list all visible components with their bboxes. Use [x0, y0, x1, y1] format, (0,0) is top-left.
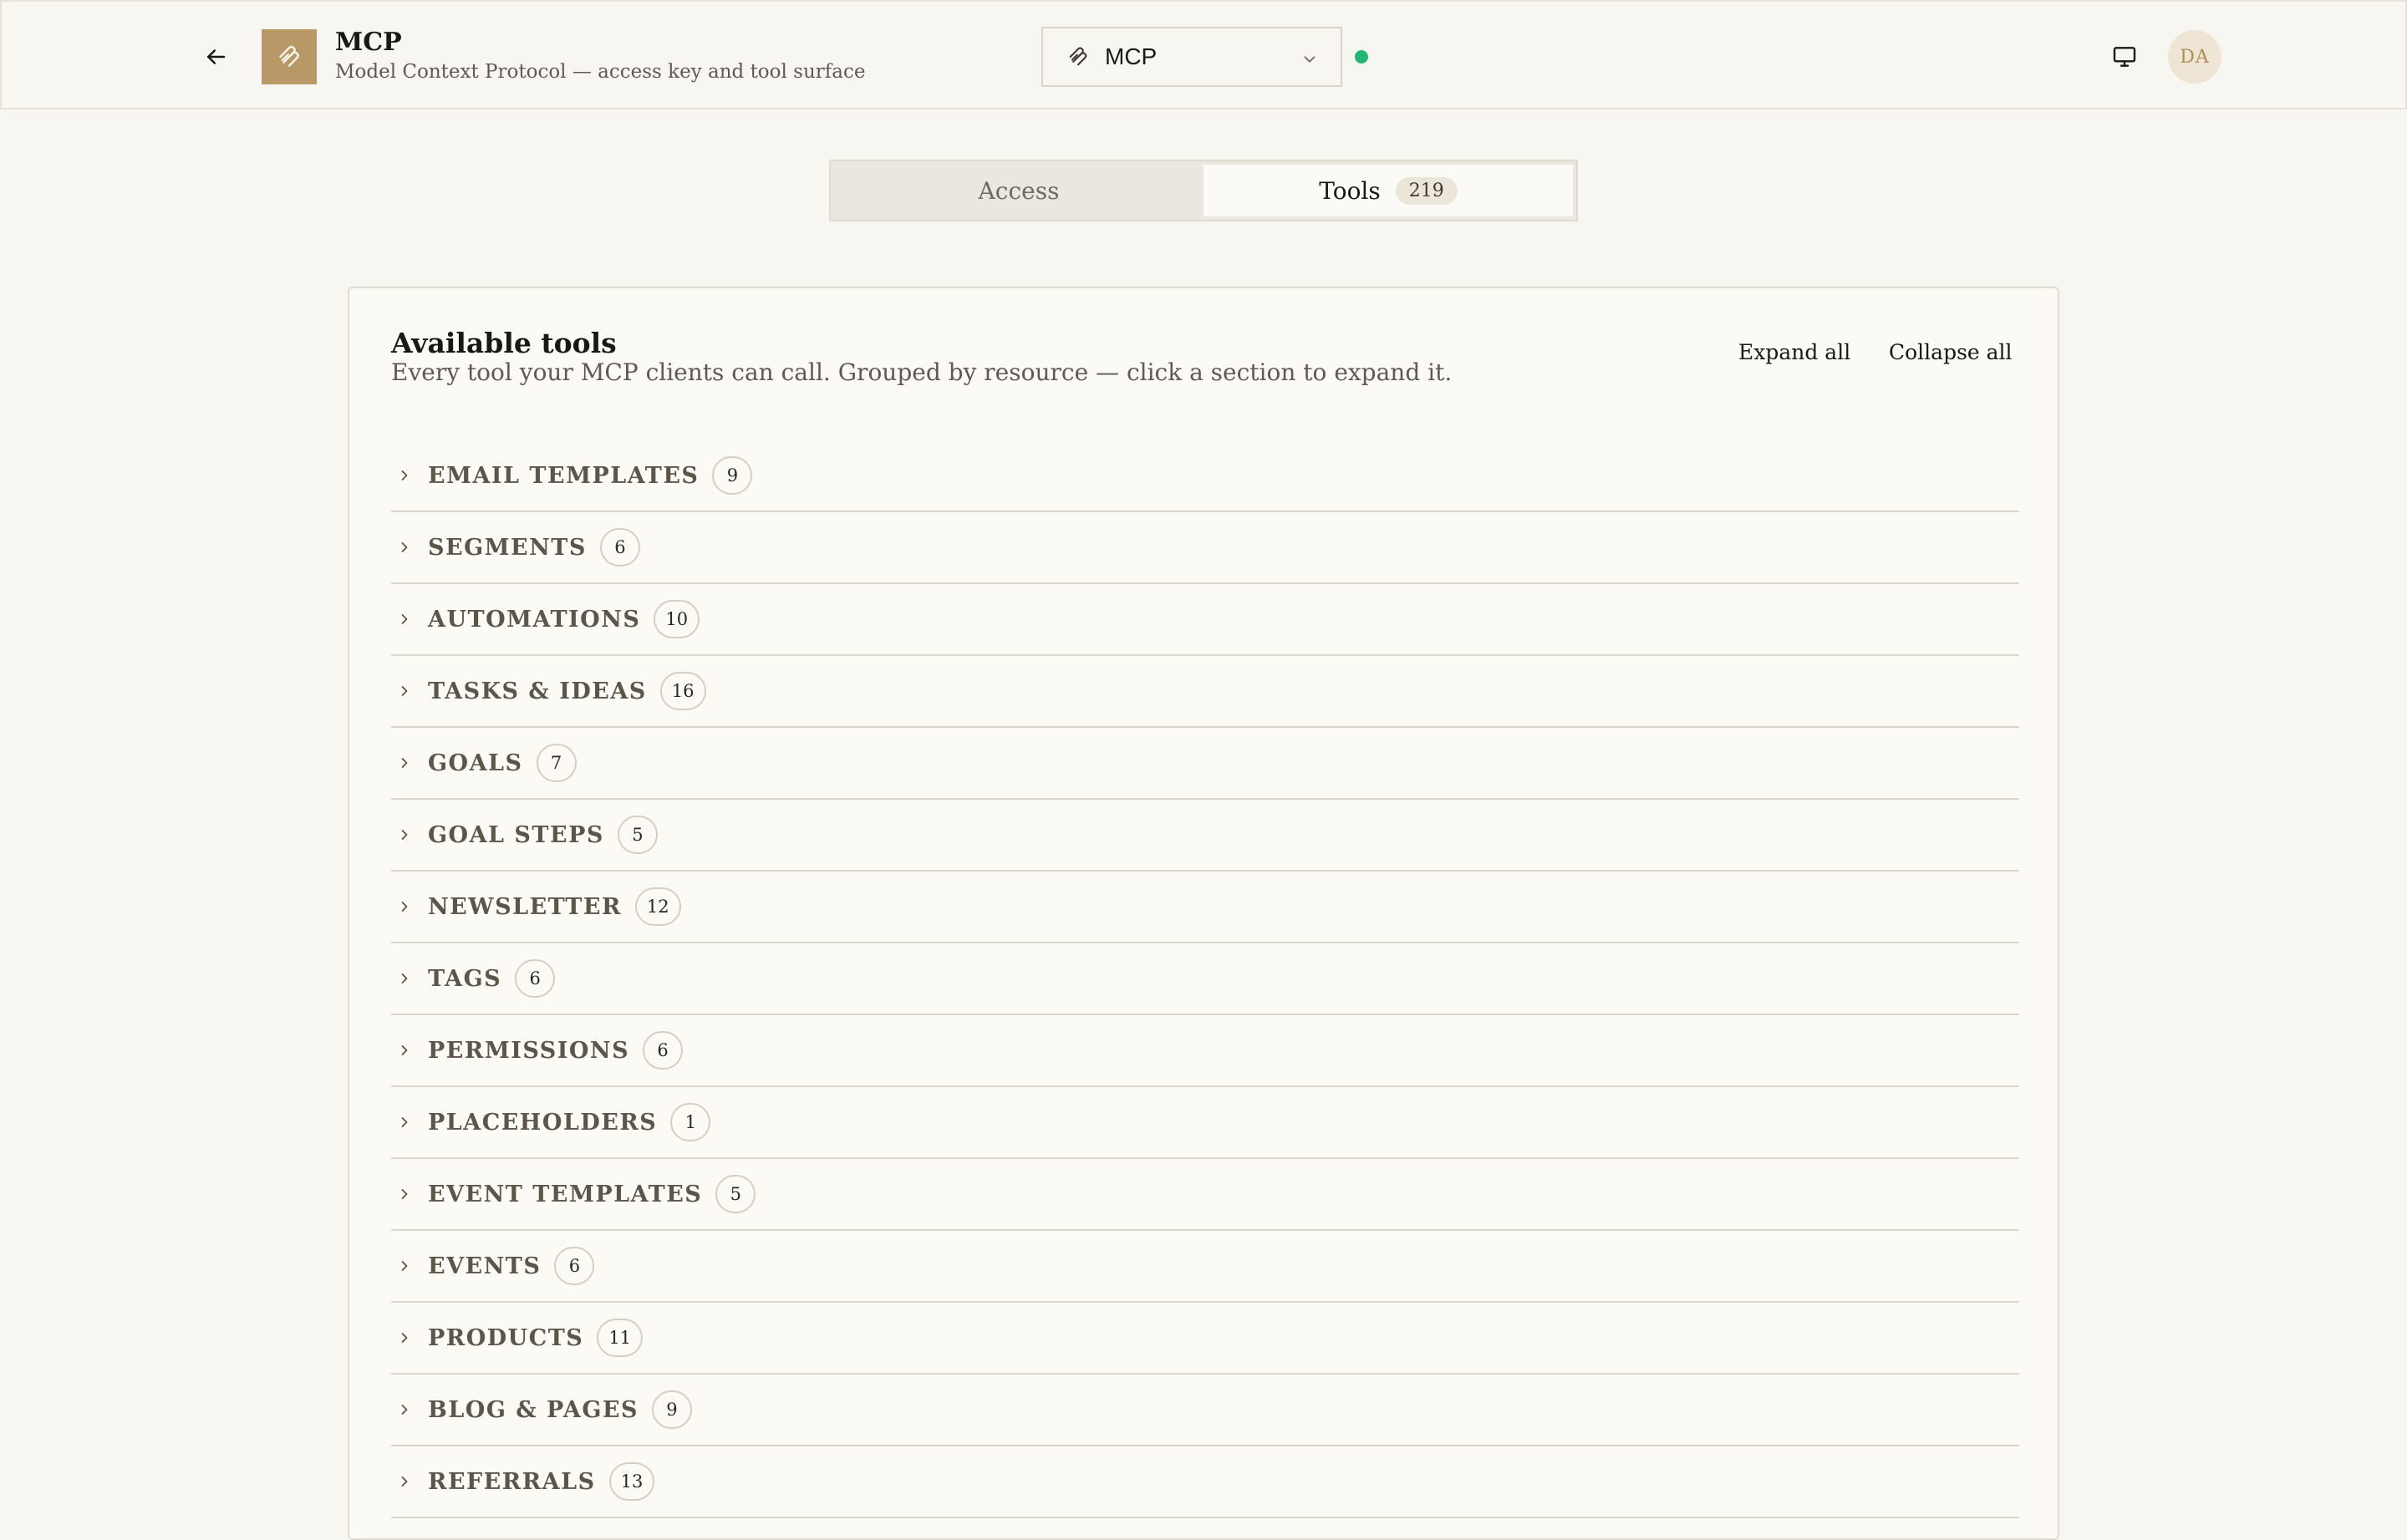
arrow-left-icon [207, 49, 226, 64]
chevron-right-icon [391, 611, 428, 628]
tool-group-count: 7 [536, 744, 577, 782]
title-block: MCP Model Context Protocol — access key … [335, 27, 866, 85]
tool-group-name: SEGMENTS [428, 534, 587, 561]
tool-group-count: 6 [515, 959, 556, 998]
tool-group-count: 6 [554, 1247, 595, 1285]
tool-group-count: 13 [608, 1462, 655, 1501]
tool-group-name: PLACEHOLDERS [428, 1109, 658, 1136]
chevron-right-icon [391, 1329, 428, 1346]
tool-group-row[interactable]: AUTOMATIONS 10 [391, 584, 2019, 656]
chevron-right-icon [391, 970, 428, 987]
tab-bar: Access Tools 219 [829, 160, 1578, 221]
collapse-all-button[interactable]: Collapse all [1889, 340, 2013, 364]
tool-group-row[interactable]: PLACEHOLDERS 1 [391, 1087, 2019, 1159]
tool-group-name: AUTOMATIONS [428, 606, 641, 633]
chevron-right-icon [391, 1042, 428, 1059]
tool-group-name: EVENTS [428, 1253, 542, 1279]
available-tools-card: Available tools Every tool your MCP clie… [348, 287, 2059, 1540]
tool-group-row[interactable]: EVENT TEMPLATES 5 [391, 1159, 2019, 1231]
tool-group-name: GOALS [428, 750, 523, 776]
chevron-right-icon [391, 1186, 428, 1202]
tool-group-row[interactable]: BLOG & PAGES 9 [391, 1375, 2019, 1446]
chevron-down-icon [1304, 56, 1315, 63]
tool-group-name: EMAIL TEMPLATES [428, 462, 700, 489]
tool-group-row[interactable]: PRODUCTS 11 [391, 1303, 2019, 1375]
tool-group-row[interactable]: GOALS 7 [391, 728, 2019, 800]
tab-tools[interactable]: Tools 219 [1204, 165, 1573, 216]
tool-group-name: NEWSLETTER [428, 893, 622, 920]
tool-group-list: EMAIL TEMPLATES 9 SEGMENTS 6 AUTOMATIONS 10 TA… [391, 440, 2019, 1518]
page-subtitle: Model Context Protocol — access key and … [335, 61, 866, 83]
tool-group-name: PRODUCTS [428, 1324, 584, 1351]
chevron-right-icon [391, 1401, 428, 1418]
chevron-right-icon [391, 683, 428, 699]
tool-group-row[interactable]: REFERRALS 13 [391, 1446, 2019, 1518]
tool-group-count: 11 [597, 1319, 644, 1357]
chevron-right-icon [391, 1258, 428, 1274]
monitor-icon [2113, 47, 2136, 67]
tool-group-row[interactable]: SEGMENTS 6 [391, 512, 2019, 584]
tool-group-count: 9 [651, 1390, 692, 1429]
back-button[interactable] [196, 38, 236, 75]
tool-group-count: 5 [715, 1175, 756, 1213]
tool-group-count: 16 [659, 672, 706, 710]
tab-tools-label: Tools [1319, 176, 1381, 205]
display-mode-button[interactable] [2104, 38, 2145, 75]
tool-group-count: 1 [670, 1103, 711, 1141]
top-header: MCP Model Context Protocol — access key … [0, 0, 2407, 109]
chevron-right-icon [391, 467, 428, 484]
chevron-right-icon [391, 1114, 428, 1131]
tool-group-count: 6 [599, 528, 640, 567]
tool-group-name: BLOG & PAGES [428, 1396, 639, 1423]
tool-group-name: EVENT TEMPLATES [428, 1181, 703, 1207]
tool-group-name: PERMISSIONS [428, 1037, 630, 1064]
tool-group-count: 9 [712, 456, 753, 495]
tool-group-row[interactable]: EVENTS 6 [391, 1231, 2019, 1303]
card-subtitle: Every tool your MCP clients can call. Gr… [391, 358, 1453, 386]
tool-group-count: 5 [617, 816, 658, 854]
card-title: Available tools [391, 327, 617, 359]
chevron-right-icon [391, 755, 428, 771]
user-avatar[interactable]: DA [2168, 30, 2221, 84]
tool-group-row[interactable]: TASKS & IDEAS 16 [391, 656, 2019, 728]
tool-group-name: TAGS [428, 965, 502, 992]
chevron-right-icon [391, 1473, 428, 1490]
connection-status-dot [1355, 50, 1368, 64]
tool-group-name: REFERRALS [428, 1468, 596, 1495]
chevron-right-icon [391, 826, 428, 843]
app-logo [262, 29, 317, 84]
tools-count-badge: 219 [1395, 176, 1458, 205]
expand-all-button[interactable]: Expand all [1738, 340, 1850, 364]
mcp-logo-icon [1069, 47, 1087, 66]
tool-group-row[interactable]: EMAIL TEMPLATES 9 [391, 440, 2019, 512]
chevron-right-icon [391, 898, 428, 915]
mcp-logo-icon [279, 45, 299, 67]
tab-access-label: Access [978, 176, 1060, 205]
tool-group-count: 6 [643, 1031, 684, 1070]
tool-group-row[interactable]: GOAL STEPS 5 [391, 800, 2019, 872]
tool-group-count: 12 [634, 887, 681, 926]
server-select[interactable]: MCP [1041, 27, 1342, 87]
server-select-value: MCP [1105, 43, 1158, 69]
chevron-right-icon [391, 539, 428, 556]
tool-group-name: GOAL STEPS [428, 821, 604, 848]
tab-access[interactable]: Access [834, 165, 1204, 216]
page-title: MCP [335, 28, 402, 57]
tool-group-count: 10 [654, 600, 700, 638]
tool-group-row[interactable]: PERMISSIONS 6 [391, 1015, 2019, 1087]
tool-group-name: TASKS & IDEAS [428, 678, 647, 704]
tool-group-row[interactable]: NEWSLETTER 12 [391, 872, 2019, 943]
tool-group-row[interactable]: TAGS 6 [391, 943, 2019, 1015]
